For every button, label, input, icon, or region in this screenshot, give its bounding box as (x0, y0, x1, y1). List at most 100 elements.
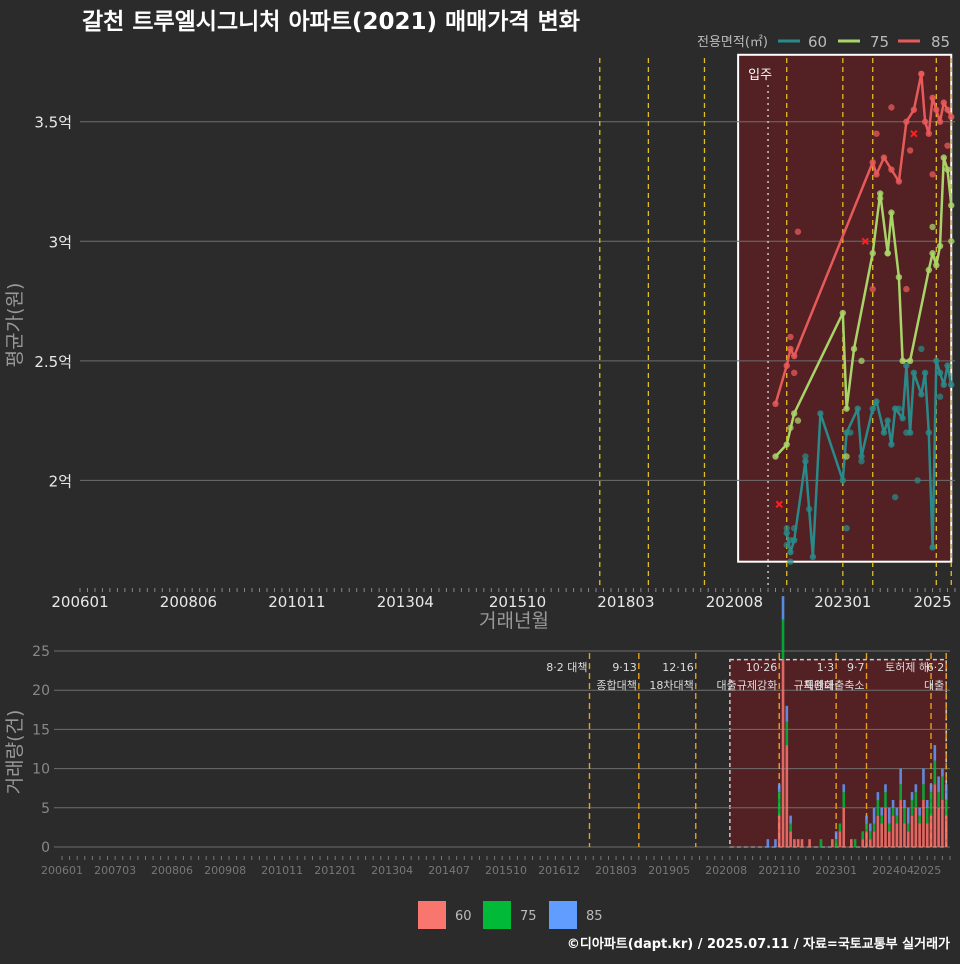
series-point-85 (933, 106, 940, 113)
policy-annotation: 9·13 (612, 661, 637, 674)
series-point-75 (839, 309, 847, 317)
volume-bar-75 (937, 792, 940, 808)
series-point-60 (910, 369, 918, 376)
volume-bar-85 (834, 831, 838, 840)
trade-point-75 (877, 195, 884, 202)
volume-bar-75 (887, 823, 891, 832)
volume-bar-75 (910, 799, 914, 816)
series-point-75 (869, 250, 876, 257)
volume-bar-60 (922, 799, 925, 847)
volume-bar-60 (887, 831, 891, 847)
volume-x-tick-label: 202404 (872, 864, 914, 877)
series-point-85 (869, 159, 876, 166)
volume-bar-75 (819, 839, 823, 847)
series-point-75 (899, 357, 906, 365)
trade-point-85 (787, 333, 794, 341)
series-point-60 (809, 553, 817, 561)
volume-bar-60 (831, 839, 834, 847)
bottom-y-axis-title: 거래량(건) (4, 710, 26, 795)
chart-svg: 갈천 트루엘시그니처 아파트(2021) 매매가격 변화 전용면적(㎡) 60 … (0, 0, 960, 960)
volume-y-tick-label: 5 (41, 801, 50, 817)
y-tick-label: 3억 (49, 233, 72, 251)
volume-bar-60 (865, 831, 868, 847)
policy-annotation: 8·2 대책 (546, 661, 587, 674)
series-point-85 (772, 400, 779, 408)
series-point-75 (906, 357, 914, 365)
volume-bar-60 (800, 839, 804, 847)
chart-title: 갈천 트루엘시그니처 아파트(2021) 매매가격 변화 (82, 9, 580, 35)
volume-bar-85 (903, 799, 906, 808)
volume-x-tick-label: 200908 (204, 864, 246, 877)
volume-bar-60 (914, 807, 918, 847)
series-point-85 (921, 118, 929, 125)
volume-bar-75 (872, 823, 876, 832)
volume-bar-60 (838, 831, 842, 847)
volume-bar-60 (884, 807, 887, 847)
series-point-60 (884, 417, 891, 424)
volume-y-tick-label: 15 (32, 722, 50, 738)
volume-bar-75 (869, 831, 872, 840)
x-tick-label: 2025 (913, 593, 951, 611)
volume-bar-60 (925, 823, 929, 847)
x-tick-label: 201304 (377, 593, 434, 611)
volume-bar-85 (872, 807, 876, 824)
series-point-75 (940, 154, 947, 161)
series-point-60 (933, 357, 940, 365)
series-point-85 (944, 106, 951, 113)
volume-bar-75 (876, 799, 880, 816)
volume-bar-85 (906, 807, 910, 824)
volume-bar-60 (876, 815, 880, 847)
volume-bar-60 (918, 823, 921, 847)
volume-bar-60 (842, 807, 846, 847)
volume-x-tick-label: 2025 (913, 864, 941, 877)
series-point-85 (903, 118, 910, 125)
x-tick-label: 201803 (597, 593, 654, 611)
volume-bar-75 (891, 807, 895, 816)
trade-point-60 (918, 345, 925, 353)
series-point-85 (929, 94, 936, 102)
trade-point-60 (858, 458, 865, 465)
trade-point-60 (802, 453, 809, 460)
series-point-60 (948, 381, 955, 388)
bottom-legend-swatch-85 (549, 901, 577, 929)
bottom-legend-label-75: 75 (520, 909, 537, 924)
volume-bar-60 (937, 807, 940, 847)
x-tick-label: 202008 (706, 593, 763, 611)
volume-bar-60 (880, 823, 883, 847)
volume-bar-60 (872, 831, 876, 847)
volume-bar-60 (789, 831, 792, 847)
series-point-60 (854, 405, 861, 412)
trade-point-85 (918, 70, 925, 78)
trade-point-85 (791, 369, 798, 376)
volume-bar-60 (929, 815, 933, 847)
volume-bar-75 (880, 815, 883, 824)
policy-annotation: 10·26 (746, 661, 778, 674)
volume-x-tick-label: 200806 (151, 864, 193, 877)
volume-bar-60 (850, 839, 853, 847)
trade-point-75 (929, 223, 936, 231)
volume-bar-85 (887, 807, 891, 824)
volume-bar-60 (869, 839, 872, 847)
x-tick-label: 200806 (160, 593, 217, 611)
series-point-60 (817, 410, 824, 417)
volume-bar-75 (838, 823, 842, 832)
volume-bar-75 (834, 839, 838, 847)
volume-bar-85 (922, 768, 925, 785)
volume-bar-60 (808, 839, 811, 847)
trade-point-60 (891, 493, 899, 501)
bottom-legend: 60 75 85 (418, 901, 603, 929)
trade-point-85 (888, 104, 895, 111)
policy-annotation: 6·2 (927, 661, 945, 674)
volume-x-tick-label: 201304 (371, 864, 413, 877)
x-tick-label: 202301 (814, 593, 871, 611)
volume-bar-75 (899, 784, 902, 800)
policy-annotation: 9·7 (847, 661, 865, 674)
volume-y-tick-label: 10 (32, 762, 50, 778)
volume-bar-85 (941, 768, 944, 777)
legend-label-60: 60 (808, 33, 827, 51)
series-point-75 (936, 242, 944, 250)
series-point-85 (925, 130, 933, 137)
volume-bar-75 (842, 792, 846, 808)
policy-annotation: 18차대책 (649, 679, 693, 692)
volume-bar-85 (869, 823, 872, 832)
